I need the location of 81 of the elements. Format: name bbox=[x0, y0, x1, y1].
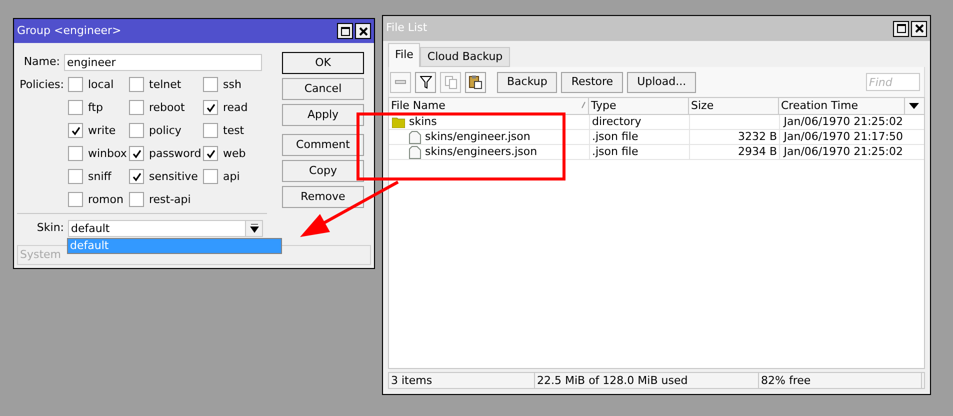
checkbox-label: ftp bbox=[88, 100, 103, 115]
checkbox[interactable] bbox=[68, 100, 83, 115]
field-label: Skin: bbox=[36, 220, 65, 236]
field-label: Policies: bbox=[18, 77, 65, 92]
window-title: Group <engineer> bbox=[17, 22, 122, 39]
toolbar-button[interactable]: Restore bbox=[561, 72, 624, 92]
table-cell[interactable]: skins/engineers.json bbox=[389, 145, 589, 159]
table-cell: .json file bbox=[589, 130, 689, 144]
status-text: 22.5 MiB of 128.0 MiB used bbox=[535, 373, 759, 388]
checkbox-label: web bbox=[223, 146, 246, 161]
table-cell: 3232 B bbox=[689, 130, 779, 144]
column-header[interactable]: Size bbox=[689, 98, 779, 114]
column-header[interactable]: File Name bbox=[389, 98, 589, 114]
checkbox-label: policy bbox=[149, 123, 182, 138]
file-icon bbox=[409, 130, 421, 144]
checkbox[interactable] bbox=[68, 169, 83, 184]
checkbox-label: read bbox=[223, 100, 248, 115]
checkbox-label: local bbox=[88, 77, 114, 92]
maximize-icon[interactable] bbox=[893, 20, 909, 36]
dialog-button[interactable]: Comment bbox=[282, 134, 364, 156]
checkbox[interactable] bbox=[203, 146, 218, 161]
paste-icon[interactable] bbox=[465, 72, 486, 92]
checkbox[interactable] bbox=[68, 146, 83, 161]
skin-dropdown[interactable]: default bbox=[68, 220, 263, 237]
column-header[interactable]: Creation Time bbox=[779, 98, 905, 114]
checkbox[interactable] bbox=[203, 77, 218, 92]
checkbox-label: api bbox=[223, 169, 240, 184]
checkbox[interactable] bbox=[129, 169, 144, 184]
checkbox[interactable] bbox=[68, 123, 83, 138]
filter-icon[interactable] bbox=[415, 72, 436, 92]
field-label: Name: bbox=[22, 54, 61, 70]
checkbox-label: romon bbox=[88, 192, 124, 207]
table-cell[interactable]: skins/engineer.json bbox=[389, 130, 589, 144]
tab[interactable]: File bbox=[388, 43, 420, 67]
checkbox[interactable] bbox=[129, 146, 144, 161]
status-text: 82% free bbox=[759, 373, 922, 388]
checkbox[interactable] bbox=[203, 169, 218, 184]
maximize-icon[interactable] bbox=[337, 23, 353, 39]
checkbox[interactable] bbox=[129, 100, 144, 115]
checkbox[interactable] bbox=[203, 123, 218, 138]
table-cell: Jan/06/1970 21:25:02 bbox=[779, 145, 905, 159]
checkbox[interactable] bbox=[68, 192, 83, 207]
tab[interactable]: Cloud Backup bbox=[420, 47, 510, 67]
table-cell: .json file bbox=[589, 145, 689, 159]
dialog-button[interactable]: Apply bbox=[282, 104, 364, 126]
checkbox-label: password bbox=[149, 146, 202, 161]
status-text: 3 items bbox=[389, 373, 535, 388]
checkbox-label: rest-api bbox=[149, 192, 191, 207]
checkbox[interactable] bbox=[68, 77, 83, 92]
checkbox[interactable] bbox=[203, 100, 218, 115]
checkbox[interactable] bbox=[129, 192, 144, 207]
file-icon bbox=[409, 146, 421, 158]
checkbox-label: winbox bbox=[88, 146, 127, 161]
checkbox-label: sensitive bbox=[149, 169, 198, 184]
name-field[interactable]: engineer bbox=[64, 54, 262, 70]
checkbox-label: telnet bbox=[149, 77, 182, 92]
window-title: File List bbox=[386, 20, 428, 36]
status-text: System bbox=[20, 246, 62, 262]
close-icon[interactable] bbox=[355, 23, 371, 39]
table-cell: 2934 B bbox=[689, 145, 779, 159]
table-cell[interactable]: skins bbox=[389, 115, 589, 129]
table-cell: Jan/06/1970 21:25:02 bbox=[779, 115, 905, 129]
table-cell: Jan/06/1970 21:17:50 bbox=[779, 130, 905, 144]
dialog-button[interactable]: Remove bbox=[282, 186, 364, 208]
checkbox-label: test bbox=[223, 123, 244, 138]
checkbox[interactable] bbox=[129, 123, 144, 138]
close-icon[interactable] bbox=[911, 20, 927, 36]
checkbox-label: reboot bbox=[149, 100, 185, 115]
title-bar[interactable]: Group <engineer> bbox=[14, 19, 374, 43]
checkbox-label: write bbox=[88, 123, 116, 138]
table-cell: directory bbox=[589, 115, 689, 129]
checkbox-label: ssh bbox=[223, 77, 242, 92]
toolbar-button[interactable]: Backup bbox=[497, 72, 558, 92]
find-field[interactable]: Find bbox=[866, 73, 920, 91]
toolbar-button[interactable]: Upload... bbox=[627, 72, 696, 92]
checkbox-label: sniff bbox=[88, 169, 112, 184]
checkbox[interactable] bbox=[129, 77, 144, 92]
column-header[interactable]: Type bbox=[589, 98, 689, 114]
dialog-button[interactable]: OK bbox=[282, 52, 364, 74]
dialog-button[interactable]: Copy bbox=[282, 160, 364, 182]
dialog-button[interactable]: Cancel bbox=[282, 78, 364, 100]
